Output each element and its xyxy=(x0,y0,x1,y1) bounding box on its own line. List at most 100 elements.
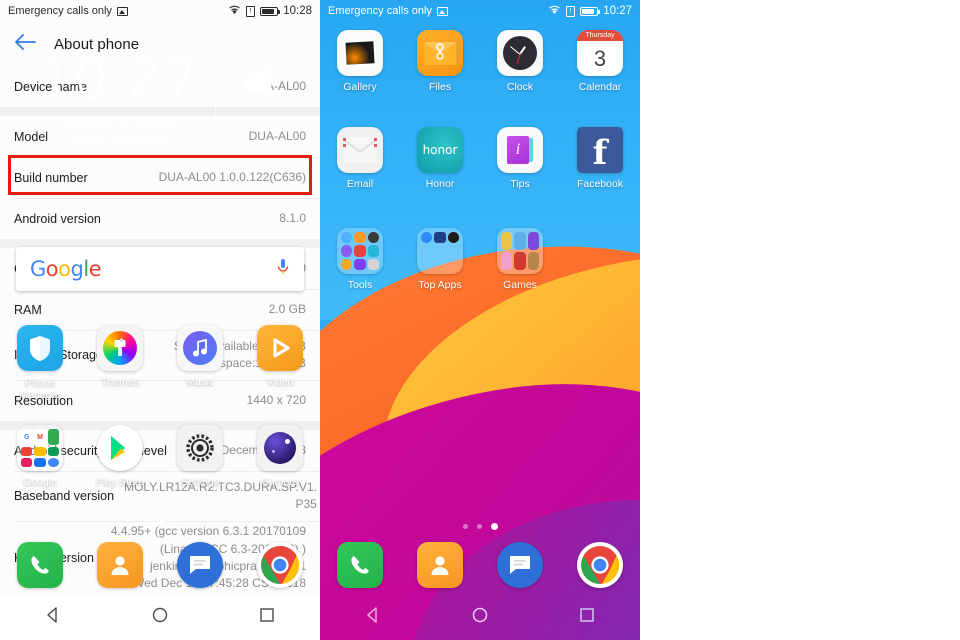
row-key: Build number xyxy=(14,170,88,185)
folder-games[interactable]: Games xyxy=(480,228,560,292)
page-dot[interactable] xyxy=(172,518,178,523)
app-play-store[interactable]: Play Store xyxy=(80,425,160,489)
folder-icon xyxy=(337,228,383,274)
wifi-icon xyxy=(228,5,241,18)
folder-icon xyxy=(417,228,463,274)
carrier-label: Emergency calls only xyxy=(328,5,432,17)
app-phone-manager[interactable]: Phone Manager xyxy=(0,325,80,401)
page-dot[interactable] xyxy=(142,518,148,523)
chrome-icon xyxy=(257,542,303,588)
battery-icon xyxy=(260,6,281,16)
app-honor[interactable]: honor Honor xyxy=(400,127,480,191)
dock-app-phone[interactable] xyxy=(320,542,400,588)
folder-tools[interactable]: Tools xyxy=(320,228,400,292)
app-email[interactable]: Email xyxy=(320,127,400,191)
analog-clock-icon xyxy=(497,30,543,76)
page-dot-active[interactable] xyxy=(156,517,164,524)
person-icon xyxy=(97,542,143,588)
recents-icon[interactable] xyxy=(578,606,596,629)
row-value: DUA-AL00 1.0.0.122(C636) xyxy=(158,169,306,184)
honor-icon: honor xyxy=(417,127,463,173)
app-facebook[interactable]: f Facebook xyxy=(560,127,640,191)
page-dot[interactable] xyxy=(462,524,468,529)
chat-bubble-icon xyxy=(497,542,543,588)
app-video[interactable]: Video xyxy=(240,325,320,401)
recents-icon[interactable] xyxy=(258,606,276,629)
dock-app-contacts[interactable] xyxy=(400,542,480,588)
status-time: 10:28 xyxy=(283,5,312,17)
app-label: Video xyxy=(266,376,294,388)
row-key: RAM xyxy=(14,302,42,317)
app-label: Google xyxy=(23,476,57,488)
apps-row-3-folders: Tools Top Apps Games xyxy=(320,228,640,292)
files-icon xyxy=(417,30,463,76)
app-label: Clock xyxy=(506,81,534,93)
back-icon[interactable] xyxy=(364,606,382,629)
app-clock[interactable]: Clock xyxy=(480,30,560,94)
row-key: Android version xyxy=(14,211,101,226)
dock-app-messages[interactable] xyxy=(160,542,240,588)
chrome-icon xyxy=(577,542,623,588)
carrier-label: Emergency calls only xyxy=(8,5,112,17)
app-camera[interactable]: Camera xyxy=(240,425,320,489)
folder-label: Top Apps xyxy=(418,279,462,291)
tips-info-icon: i xyxy=(497,127,543,173)
honor-wordmark: honor xyxy=(422,143,458,157)
navigation-bar xyxy=(0,594,320,640)
dock-app-contacts[interactable] xyxy=(80,542,160,588)
app-tips[interactable]: i Tips xyxy=(480,127,560,191)
app-music[interactable]: Music xyxy=(160,325,240,401)
folder-label: Tools xyxy=(347,279,373,291)
dock-app-phone[interactable] xyxy=(0,542,80,588)
dock-app-chrome[interactable] xyxy=(560,542,640,588)
app-files[interactable]: Files xyxy=(400,30,480,94)
app-calendar[interactable]: Thursday 3 Calendar xyxy=(560,30,640,94)
apps-row-1: Gallery Files Clock Thursday 3 Calendar xyxy=(320,30,640,94)
dock-app-chrome[interactable] xyxy=(240,542,320,588)
apps-row-2: Email honor Honor i Tips f Facebook xyxy=(320,127,640,191)
status-time: 10:27 xyxy=(603,5,632,17)
page-indicator[interactable] xyxy=(0,517,320,524)
page-dot-active[interactable] xyxy=(490,523,498,530)
folder-top-apps[interactable]: Top Apps xyxy=(400,228,480,292)
gallery-icon xyxy=(337,30,383,76)
row-ram[interactable]: RAM 2.0 GB xyxy=(0,289,320,330)
app-settings[interactable]: Settings xyxy=(160,425,240,489)
clock-weather-widget[interactable]: 10:27 Thursday, 3 January Touch to add c… xyxy=(0,51,320,146)
app-label: Files xyxy=(428,81,452,93)
back-icon[interactable] xyxy=(44,606,62,629)
app-label: Honor xyxy=(425,178,455,190)
wifi-icon xyxy=(548,5,561,18)
calendar-day-number: 3 xyxy=(593,45,607,71)
phone-handset-icon xyxy=(337,542,383,588)
microphone-icon[interactable] xyxy=(276,258,290,281)
app-label: Settings xyxy=(181,476,219,488)
app-label: Music xyxy=(186,376,214,388)
app-gallery[interactable]: Gallery xyxy=(320,30,400,94)
google-folder-icon: G M xyxy=(17,425,63,471)
app-label: Calendar xyxy=(578,81,622,93)
shield-icon xyxy=(17,325,63,371)
battery-icon xyxy=(580,6,601,16)
navigation-bar xyxy=(320,594,640,640)
google-search-bar[interactable]: Google xyxy=(16,247,304,291)
home-dock xyxy=(320,542,640,588)
row-value: 2.0 GB xyxy=(268,301,306,316)
gear-icon xyxy=(177,425,223,471)
widget-add-city-hint[interactable]: Touch to add city xyxy=(38,132,199,146)
page-indicator[interactable] xyxy=(320,523,640,530)
app-label: Facebook xyxy=(576,178,624,190)
dock-app-messages[interactable] xyxy=(480,542,560,588)
app-label: Themes xyxy=(101,376,139,388)
row-android-version[interactable]: Android version 8.1.0 xyxy=(0,198,320,239)
app-label: Phone Manager xyxy=(19,377,61,402)
home-icon[interactable] xyxy=(151,606,169,629)
page-dot[interactable] xyxy=(476,524,482,529)
app-folder-google[interactable]: G M Google xyxy=(0,425,80,489)
home-icon[interactable] xyxy=(471,606,489,629)
home-dock xyxy=(0,542,320,588)
app-label: Camera xyxy=(261,476,299,488)
row-build-number[interactable]: Build number DUA-AL00 1.0.0.122(C636) xyxy=(0,157,320,198)
facebook-icon: f xyxy=(577,127,623,173)
app-themes[interactable]: Themes xyxy=(80,325,160,401)
